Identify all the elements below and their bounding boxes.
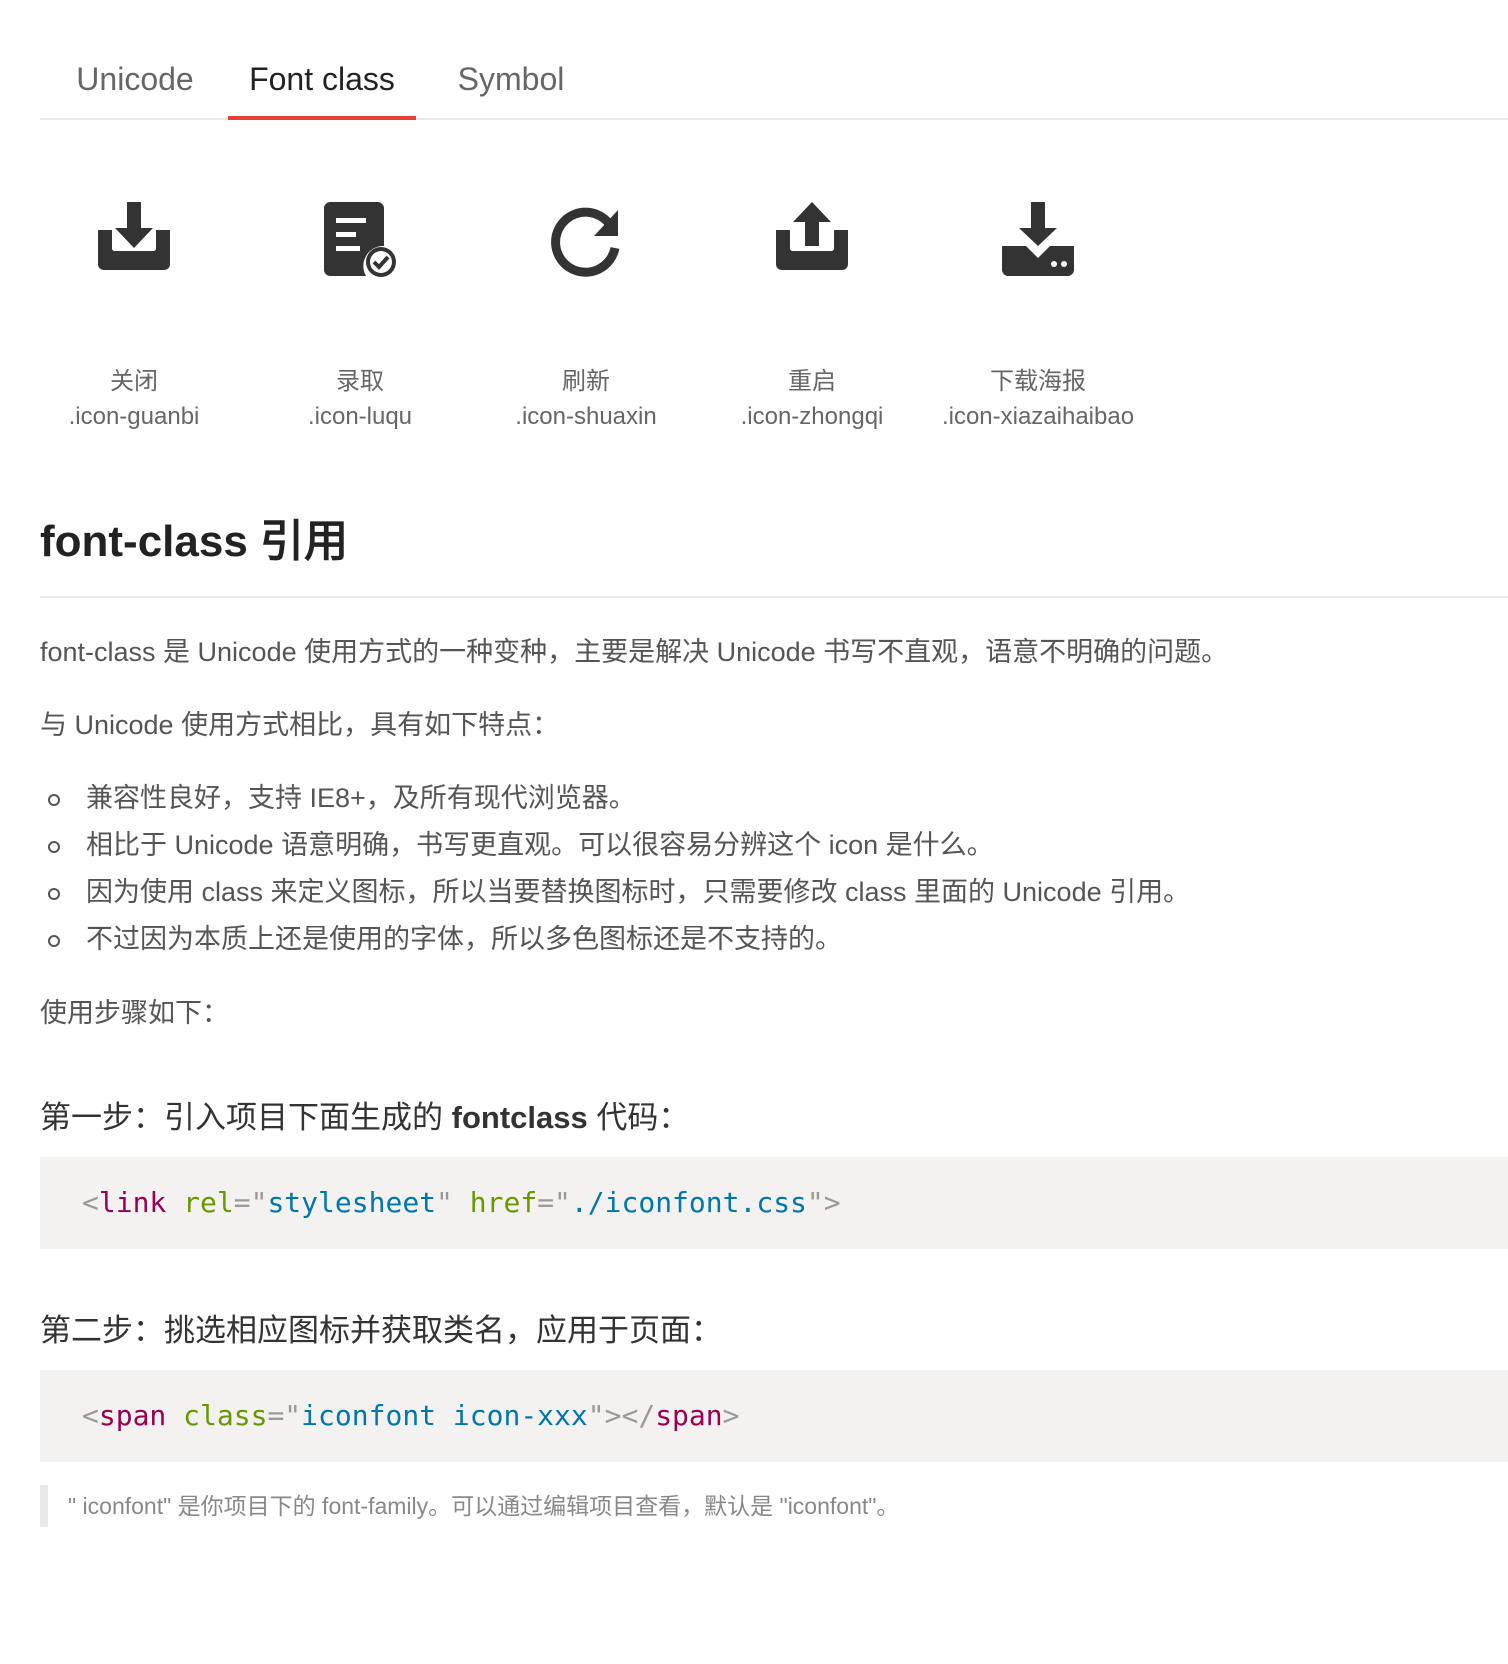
code-block-link[interactable]: <link rel="stylesheet" href="./iconfont.… [40, 1157, 1508, 1249]
inbox-upload-icon [692, 175, 932, 305]
inbox-download-icon [14, 175, 254, 305]
divider [40, 596, 1508, 598]
step1-heading: 第一步：引入项目下面生成的 fontclass 代码： [40, 1092, 689, 1137]
section-title: font-class 引用 [40, 517, 349, 566]
code-block-span[interactable]: <span class="iconfont icon-xxx"></span> [40, 1370, 1508, 1462]
code-token: < [82, 1399, 99, 1432]
icon-class: .icon-zhongqi [740, 403, 884, 430]
steps-intro: 使用步骤如下： [40, 998, 229, 1028]
code-token: ./iconfont.css [570, 1186, 807, 1219]
code-token: =" [233, 1186, 268, 1219]
step1-prefix: 第一步：引入项目下面生成的 [40, 1100, 452, 1135]
code-token: rel [183, 1186, 234, 1219]
icon-name: 下载海报 [990, 368, 1086, 395]
icon-class: .icon-xiazaihaibao [941, 403, 1135, 430]
list-item: 兼容性良好，支持 IE8+，及所有现代浏览器。 [40, 778, 1190, 825]
code-token: "></ [587, 1399, 656, 1432]
tab-unicode[interactable]: Unicode [60, 40, 210, 118]
list-item: 不过因为本质上还是使用的字体，所以多色图标还是不支持的。 [40, 919, 1190, 966]
download-drive-icon [918, 175, 1158, 305]
code-token: "> [806, 1186, 841, 1219]
icon-name: 刷新 [562, 368, 610, 395]
code-token: span [98, 1399, 167, 1432]
feature-list: 兼容性良好，支持 IE8+，及所有现代浏览器。 相比于 Unicode 语意明确… [40, 778, 1190, 966]
tab-symbol[interactable]: Symbol [440, 40, 582, 118]
code-token: stylesheet [267, 1186, 437, 1219]
icon-class: .icon-shuaxin [515, 403, 657, 430]
code-token: class [183, 1399, 268, 1432]
icon-card: 关闭 .icon-guanbi [14, 175, 254, 435]
compare-text: 与 Unicode 使用方式相比，具有如下特点： [40, 710, 560, 740]
code-token: link [98, 1186, 167, 1219]
icon-card: 重启 .icon-zhongqi [692, 175, 932, 435]
list-item: 因为使用 class 来定义图标，所以当要替换图标时，只需要修改 class 里… [40, 872, 1190, 919]
note-blockquote: " iconfont" 是你项目下的 font-family。可以通过编辑项目查… [40, 1485, 899, 1527]
refresh-icon [466, 175, 706, 305]
document-check-icon [240, 175, 480, 305]
icon-card: 录取 .icon-luqu [240, 175, 480, 435]
icon-class: .icon-guanbi [68, 403, 200, 430]
code-token: " [436, 1186, 470, 1219]
step2-heading: 第二步：挑选相应图标并获取类名，应用于页面： [40, 1313, 722, 1348]
intro-text: font-class 是 Unicode 使用方式的一种变种，主要是解决 Uni… [40, 637, 1229, 667]
icon-card: 刷新 .icon-shuaxin [466, 175, 706, 435]
code-token: href [469, 1186, 538, 1219]
code-token: iconfont icon-xxx [301, 1399, 588, 1432]
step1-suffix: 代码： [587, 1100, 690, 1135]
step1-bold: fontclass [451, 1100, 588, 1135]
page: Unicode Font class Symbol 关闭 .icon-guanb… [0, 0, 1508, 1664]
tab-font-class[interactable]: Font class [228, 40, 416, 120]
icon-name: 录取 [336, 368, 384, 395]
code-token: span [655, 1399, 723, 1432]
code-token: =" [537, 1186, 571, 1219]
code-token: > [722, 1399, 740, 1432]
list-item: 相比于 Unicode 语意明确，书写更直观。可以很容易分辨这个 icon 是什… [40, 825, 1190, 872]
code-token: =" [267, 1399, 302, 1432]
icon-card: 下载海报 .icon-xiazaihaibao [918, 175, 1158, 435]
code-token: < [82, 1186, 99, 1219]
tab-bar: Unicode Font class Symbol [40, 40, 1508, 120]
icon-class: .icon-luqu [307, 403, 413, 430]
icon-name: 重启 [788, 368, 836, 395]
icon-name: 关闭 [110, 368, 158, 395]
